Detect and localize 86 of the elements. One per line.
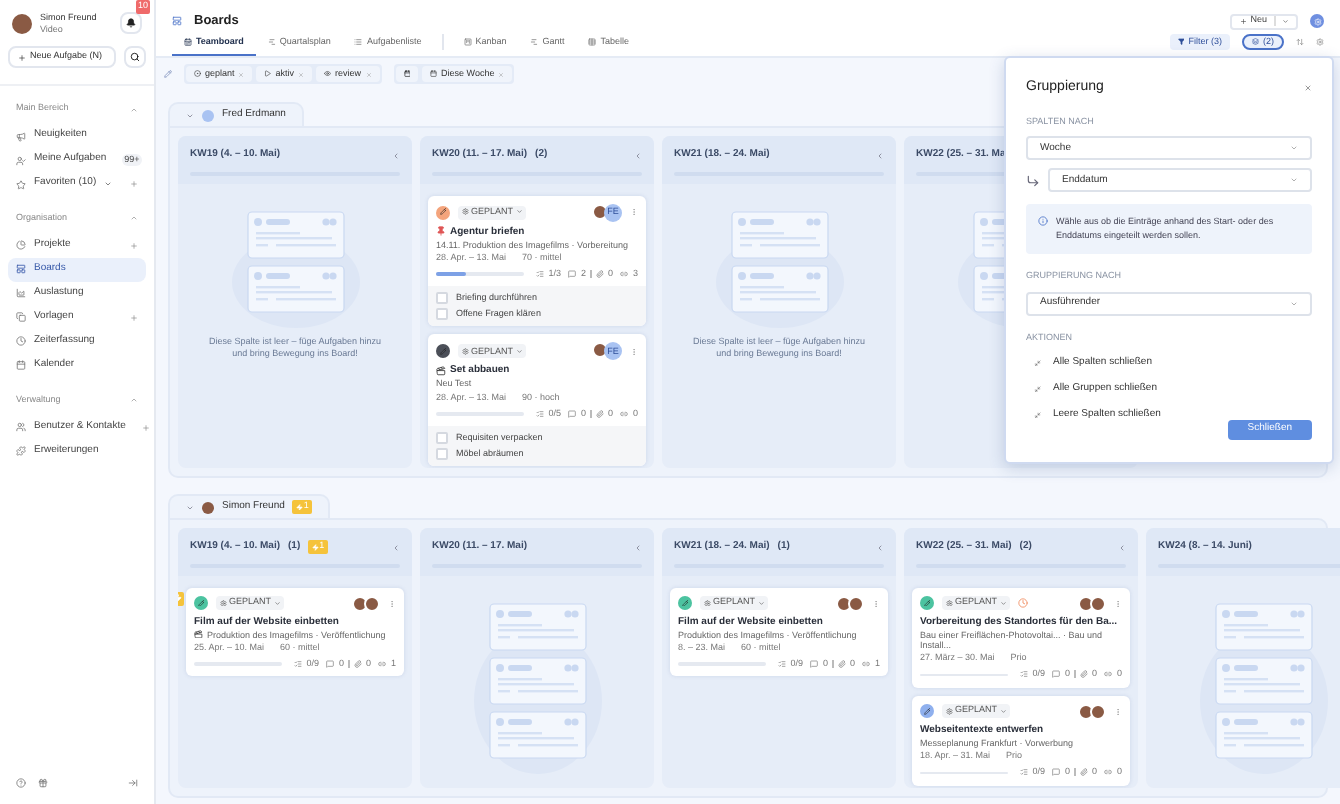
checkbox[interactable] — [436, 448, 448, 461]
add-icon[interactable] — [130, 180, 138, 188]
bell-icon — [126, 18, 136, 29]
checklist-icon — [536, 409, 545, 418]
link-icon — [1104, 768, 1113, 777]
account-avatar[interactable] — [1310, 14, 1324, 28]
user-check-icon — [16, 155, 26, 165]
minimize-icon — [1034, 359, 1041, 367]
link-icon — [620, 270, 629, 279]
board-icon — [172, 16, 182, 26]
filter-icon — [1177, 38, 1185, 46]
link-icon — [862, 660, 871, 669]
attachment-icon — [595, 270, 604, 279]
chevron-icon — [999, 708, 1007, 716]
comment-icon — [1052, 768, 1061, 777]
comment-icon — [810, 660, 819, 669]
calendar-icon — [403, 70, 411, 78]
star-icon — [16, 179, 26, 189]
checkbox[interactable] — [436, 308, 448, 321]
link-icon — [1104, 670, 1113, 679]
copy-icon — [16, 312, 26, 323]
gear-icon — [462, 348, 469, 356]
kanban-icon — [463, 38, 472, 46]
attachment-icon — [1079, 768, 1088, 777]
sort-icon[interactable] — [1296, 38, 1304, 46]
circle-icon — [194, 70, 201, 78]
chevron-icon — [273, 599, 281, 607]
checklist-icon — [536, 270, 545, 279]
gear-icon — [946, 708, 953, 716]
minimize-icon — [1034, 411, 1041, 419]
gantt-icon — [530, 38, 539, 46]
sub-option-icon — [1026, 173, 1040, 188]
board-icon — [16, 264, 26, 275]
clock-icon — [16, 336, 26, 347]
chart-icon — [16, 288, 26, 299]
attachment-icon — [353, 660, 362, 669]
calendar-chip[interactable] — [395, 66, 419, 82]
plus-icon — [18, 53, 26, 62]
timeline-icon — [267, 38, 276, 46]
table-icon — [588, 38, 597, 46]
link-icon — [620, 409, 629, 418]
info-icon — [1038, 216, 1048, 227]
eye-icon — [324, 70, 332, 78]
megaphone-icon — [16, 131, 26, 141]
chevron-icon — [999, 599, 1007, 607]
checkbox[interactable] — [436, 432, 448, 445]
minimize-icon — [1034, 385, 1041, 393]
pencil-icon[interactable] — [164, 70, 172, 78]
comment-icon — [1052, 670, 1061, 679]
calendar-icon — [16, 360, 26, 371]
checklist-icon — [1020, 768, 1029, 777]
link-icon — [378, 660, 387, 669]
gift-icon[interactable] — [38, 778, 48, 788]
chevron-icon — [515, 208, 523, 216]
users-icon — [16, 422, 26, 432]
checklist-icon — [294, 660, 303, 669]
comment-icon — [326, 660, 335, 669]
play-icon — [264, 70, 272, 78]
chevron-icon — [757, 599, 765, 607]
attachment-icon — [595, 409, 604, 418]
gear-icon — [220, 599, 227, 607]
comment-icon — [568, 270, 577, 279]
calendar-icon — [430, 70, 438, 78]
search-icon — [130, 52, 140, 63]
checkbox[interactable] — [436, 292, 448, 305]
layers-icon — [1252, 38, 1259, 46]
pie-chart-icon — [16, 240, 26, 251]
gear-icon — [462, 208, 469, 216]
attachment-icon — [837, 660, 846, 669]
list-icon — [354, 38, 363, 46]
gear-icon — [704, 599, 711, 607]
chevron-icon — [515, 348, 523, 356]
puzzle-icon — [16, 446, 26, 456]
lightning-icon — [312, 544, 320, 551]
calendar-icon — [184, 38, 192, 46]
attachment-icon — [1079, 670, 1088, 679]
checklist-icon — [778, 660, 787, 669]
comment-icon — [568, 409, 577, 418]
settings-icon[interactable] — [1316, 38, 1324, 46]
lightning-icon — [296, 503, 304, 511]
collapse-sidebar-icon[interactable] — [128, 778, 138, 788]
help-icon[interactable] — [16, 778, 26, 788]
gear-icon — [946, 599, 953, 607]
user-avatar[interactable] — [12, 13, 32, 34]
checklist-icon — [1020, 670, 1029, 679]
search-button[interactable] — [124, 46, 146, 69]
